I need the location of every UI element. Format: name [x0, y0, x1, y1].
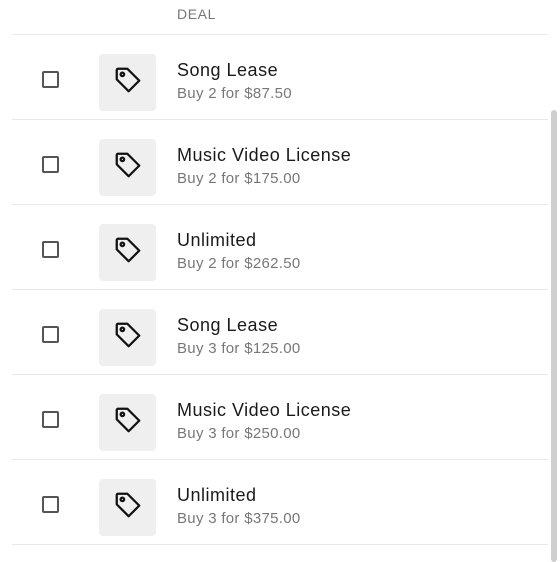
tag-icon [113, 320, 143, 355]
deal-thumbnail [99, 479, 156, 536]
tag-icon [113, 235, 143, 270]
deal-title: Song Lease [177, 315, 279, 335]
deal-subtitle: Buy 3 for $375.00 [177, 510, 301, 527]
deal-list: Song Lease Buy 2 for $87.50 Music Video … [12, 35, 548, 545]
deal-thumbnail [99, 139, 156, 196]
deal-header-label: DEAL [177, 6, 216, 22]
deal-thumbnail [99, 394, 156, 451]
deal-checkbox[interactable] [42, 71, 59, 88]
deal-title: Music Video License [177, 400, 352, 420]
deal-title: Unlimited [177, 230, 257, 250]
deal-subtitle: Buy 3 for $125.00 [177, 340, 301, 357]
vertical-scrollbar[interactable] [551, 110, 557, 562]
deal-title: Song Lease [177, 60, 279, 80]
deal-checkbox[interactable] [42, 411, 59, 428]
deal-thumbnail [99, 309, 156, 366]
deal-row: Music Video License Buy 2 for $175.00 [12, 120, 548, 205]
deal-row: Unlimited Buy 2 for $262.50 [12, 205, 548, 290]
deal-row: Unlimited Buy 3 for $375.00 [12, 460, 548, 545]
deal-row: Song Lease Buy 3 for $125.00 [12, 290, 548, 375]
deal-subtitle: Buy 3 for $250.00 [177, 425, 301, 442]
deal-subtitle: Buy 2 for $175.00 [177, 170, 301, 187]
tag-icon [113, 65, 143, 100]
deal-column-header: DEAL [12, 0, 548, 35]
deal-checkbox[interactable] [42, 241, 59, 258]
deal-subtitle: Buy 2 for $262.50 [177, 255, 301, 272]
deal-row: Music Video License Buy 3 for $250.00 [12, 375, 548, 460]
tag-icon [113, 405, 143, 440]
deal-thumbnail [99, 54, 156, 111]
deal-checkbox[interactable] [42, 156, 59, 173]
deal-row: Song Lease Buy 2 for $87.50 [12, 35, 548, 120]
deal-title: Music Video License [177, 145, 352, 165]
tag-icon [113, 150, 143, 185]
deal-title: Unlimited [177, 485, 257, 505]
deal-checkbox[interactable] [42, 496, 59, 513]
tag-icon [113, 490, 143, 525]
deal-thumbnail [99, 224, 156, 281]
deal-subtitle: Buy 2 for $87.50 [177, 85, 292, 102]
deal-checkbox[interactable] [42, 326, 59, 343]
